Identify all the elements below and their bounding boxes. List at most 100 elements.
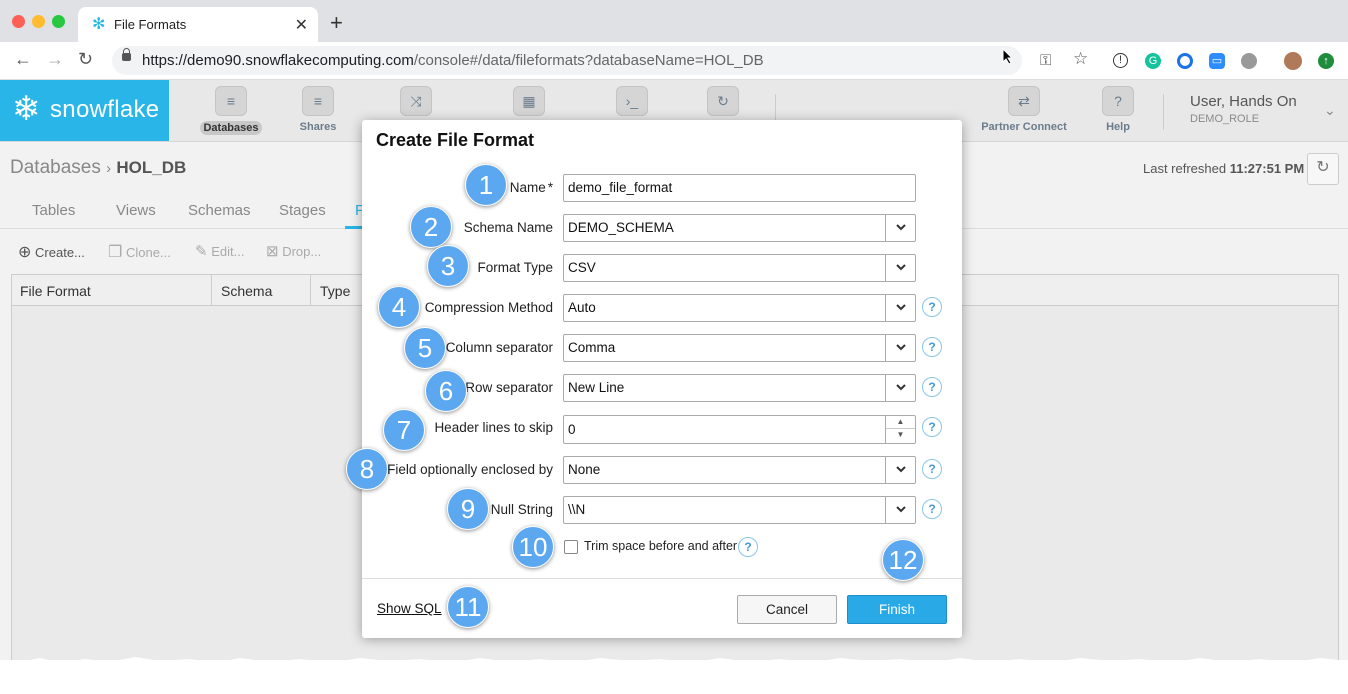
row-separator-select[interactable]: New Line <box>563 374 916 402</box>
column-divider <box>310 275 311 305</box>
user-name: User, Hands On <box>1190 93 1297 110</box>
trim-space-help-icon[interactable]: ? <box>738 537 758 557</box>
compression-method-value: Auto <box>568 300 596 315</box>
edit-button[interactable]: ✎ Edit... <box>195 242 244 260</box>
tab-tables[interactable]: Tables <box>32 202 75 219</box>
chevron-down-icon[interactable] <box>885 295 915 321</box>
name-label: Name * <box>509 180 553 195</box>
shuffle-icon: ⤨ <box>400 86 432 116</box>
step-marker-4: 4 <box>378 286 420 328</box>
grid-icon: ▦ <box>513 86 545 116</box>
share-icon: ≡ <box>302 86 334 116</box>
clone-button[interactable]: ❐ Clone... <box>108 242 171 262</box>
forward-icon[interactable]: → <box>46 50 64 68</box>
close-tab-icon[interactable]: ✕ <box>295 15 308 35</box>
breadcrumb-current: HOL_DB <box>116 158 187 177</box>
divider <box>1163 94 1164 130</box>
refresh-button[interactable]: ↻ <box>1307 153 1339 185</box>
tab-views[interactable]: Views <box>116 202 156 219</box>
extension-info-icon[interactable]: ! <box>1113 53 1128 68</box>
enclosed-by-label: Field optionally enclosed by <box>387 462 553 477</box>
compression-method-select[interactable]: Auto <box>563 294 916 322</box>
stepper-arrows[interactable]: ▲ ▼ <box>885 416 915 443</box>
tab-stages[interactable]: Stages <box>279 202 326 219</box>
grammarly-icon[interactable]: G <box>1145 53 1161 69</box>
column-separator-label: Column separator <box>445 340 553 355</box>
help-circle-icon: ? <box>1102 86 1134 116</box>
compression-help-icon[interactable]: ? <box>922 297 942 317</box>
column-header-file-format[interactable]: File Format <box>20 283 91 299</box>
nav-shares[interactable]: ≡ Shares <box>283 86 353 138</box>
name-input[interactable]: demo_file_format <box>563 174 916 202</box>
url-bar[interactable]: https://demo90.snowflakecomputing.com/co… <box>112 46 1022 75</box>
partner-connect-label: Partner Connect <box>981 121 1067 133</box>
key-icon[interactable]: ⚿ <box>1040 52 1051 70</box>
step-down-icon[interactable]: ▼ <box>886 428 915 441</box>
avatar[interactable] <box>1284 52 1302 70</box>
trim-space-checkbox[interactable] <box>564 540 578 554</box>
step-marker-10: 10 <box>512 526 554 568</box>
extension-grey-icon[interactable] <box>1241 53 1257 69</box>
enclosed-by-select[interactable]: None <box>563 456 916 484</box>
row-separator-value: New Line <box>568 380 625 395</box>
header-lines-help-icon[interactable]: ? <box>922 417 942 437</box>
null-string-select[interactable]: \\N <box>563 496 916 524</box>
browser-window: ✻ File Formats ✕ + ← → ↻ https://demo90.… <box>0 0 1348 660</box>
last-refreshed-label: Last refreshed <box>1143 161 1227 176</box>
header-lines-value: 0 <box>568 422 576 437</box>
tab-schemas[interactable]: Schemas <box>188 202 251 219</box>
format-type-select[interactable]: CSV <box>563 254 916 282</box>
step-up-icon[interactable]: ▲ <box>886 416 915 428</box>
column-divider <box>211 275 212 305</box>
back-icon[interactable]: ← <box>14 50 32 68</box>
nav-partner-connect[interactable]: ⇄ Partner Connect <box>974 86 1074 138</box>
null-string-help-icon[interactable]: ? <box>922 499 942 519</box>
close-window-button[interactable] <box>12 15 25 28</box>
bookmark-star-icon[interactable]: ☆ <box>1073 50 1088 68</box>
step-marker-2: 2 <box>410 206 452 248</box>
zoom-icon[interactable]: ▭ <box>1209 53 1225 69</box>
reload-icon[interactable]: ↻ <box>78 50 93 68</box>
new-tab-icon[interactable]: + <box>330 12 343 34</box>
column-header-type[interactable]: Type <box>320 283 350 299</box>
dialog-title: Create File Format <box>376 130 535 150</box>
nav-help[interactable]: ? Help <box>1083 86 1153 138</box>
maximize-window-button[interactable] <box>52 15 65 28</box>
row-separator-help-icon[interactable]: ? <box>922 377 942 397</box>
snowflake-logo-icon: ❄ <box>12 90 41 128</box>
enclosed-by-help-icon[interactable]: ? <box>922 459 942 479</box>
nav-databases[interactable]: ≡ Databases <box>196 86 266 138</box>
chevron-down-icon[interactable] <box>885 457 915 483</box>
minimize-window-button[interactable] <box>32 15 45 28</box>
column-separator-select[interactable]: Comma <box>563 334 916 362</box>
database-icon: ≡ <box>215 86 247 116</box>
schema-name-select[interactable]: DEMO_SCHEMA <box>563 214 916 242</box>
schema-name-label: Schema Name <box>463 220 553 235</box>
drop-button[interactable]: ⊠ Drop... <box>266 242 321 260</box>
chevron-down-icon[interactable] <box>885 375 915 401</box>
cancel-button[interactable]: Cancel <box>737 595 837 624</box>
browser-tab[interactable]: ✻ File Formats ✕ <box>78 7 318 42</box>
column-separator-help-icon[interactable]: ? <box>922 337 942 357</box>
finish-button[interactable]: Finish <box>847 595 947 624</box>
step-marker-5: 5 <box>404 327 446 369</box>
chevron-down-icon[interactable] <box>885 497 915 523</box>
column-header-schema[interactable]: Schema <box>221 283 272 299</box>
step-marker-3: 3 <box>427 245 469 287</box>
enclosed-by-value: None <box>568 462 601 477</box>
user-menu[interactable]: User, Hands On DEMO_ROLE <box>1190 93 1297 125</box>
chevron-down-icon[interactable] <box>885 255 915 281</box>
breadcrumb-databases[interactable]: Databases <box>10 157 101 178</box>
snowflake-logo[interactable]: ❄ snowflake <box>0 80 169 141</box>
chevron-down-icon[interactable] <box>885 215 915 241</box>
chevron-down-icon[interactable]: ⌄ <box>1324 102 1336 119</box>
header-lines-stepper[interactable]: 0 ▲ ▼ <box>563 415 916 444</box>
drop-label: Drop... <box>282 244 322 259</box>
create-button[interactable]: ⊕ Create... <box>18 242 85 262</box>
show-sql-link[interactable]: Show SQL <box>377 601 442 616</box>
format-type-value: CSV <box>568 260 596 275</box>
snowflake-favicon-icon: ✻ <box>92 16 106 33</box>
update-icon[interactable]: ↑ <box>1318 53 1334 69</box>
chevron-down-icon[interactable] <box>885 335 915 361</box>
extension-ring-icon[interactable] <box>1177 53 1193 69</box>
